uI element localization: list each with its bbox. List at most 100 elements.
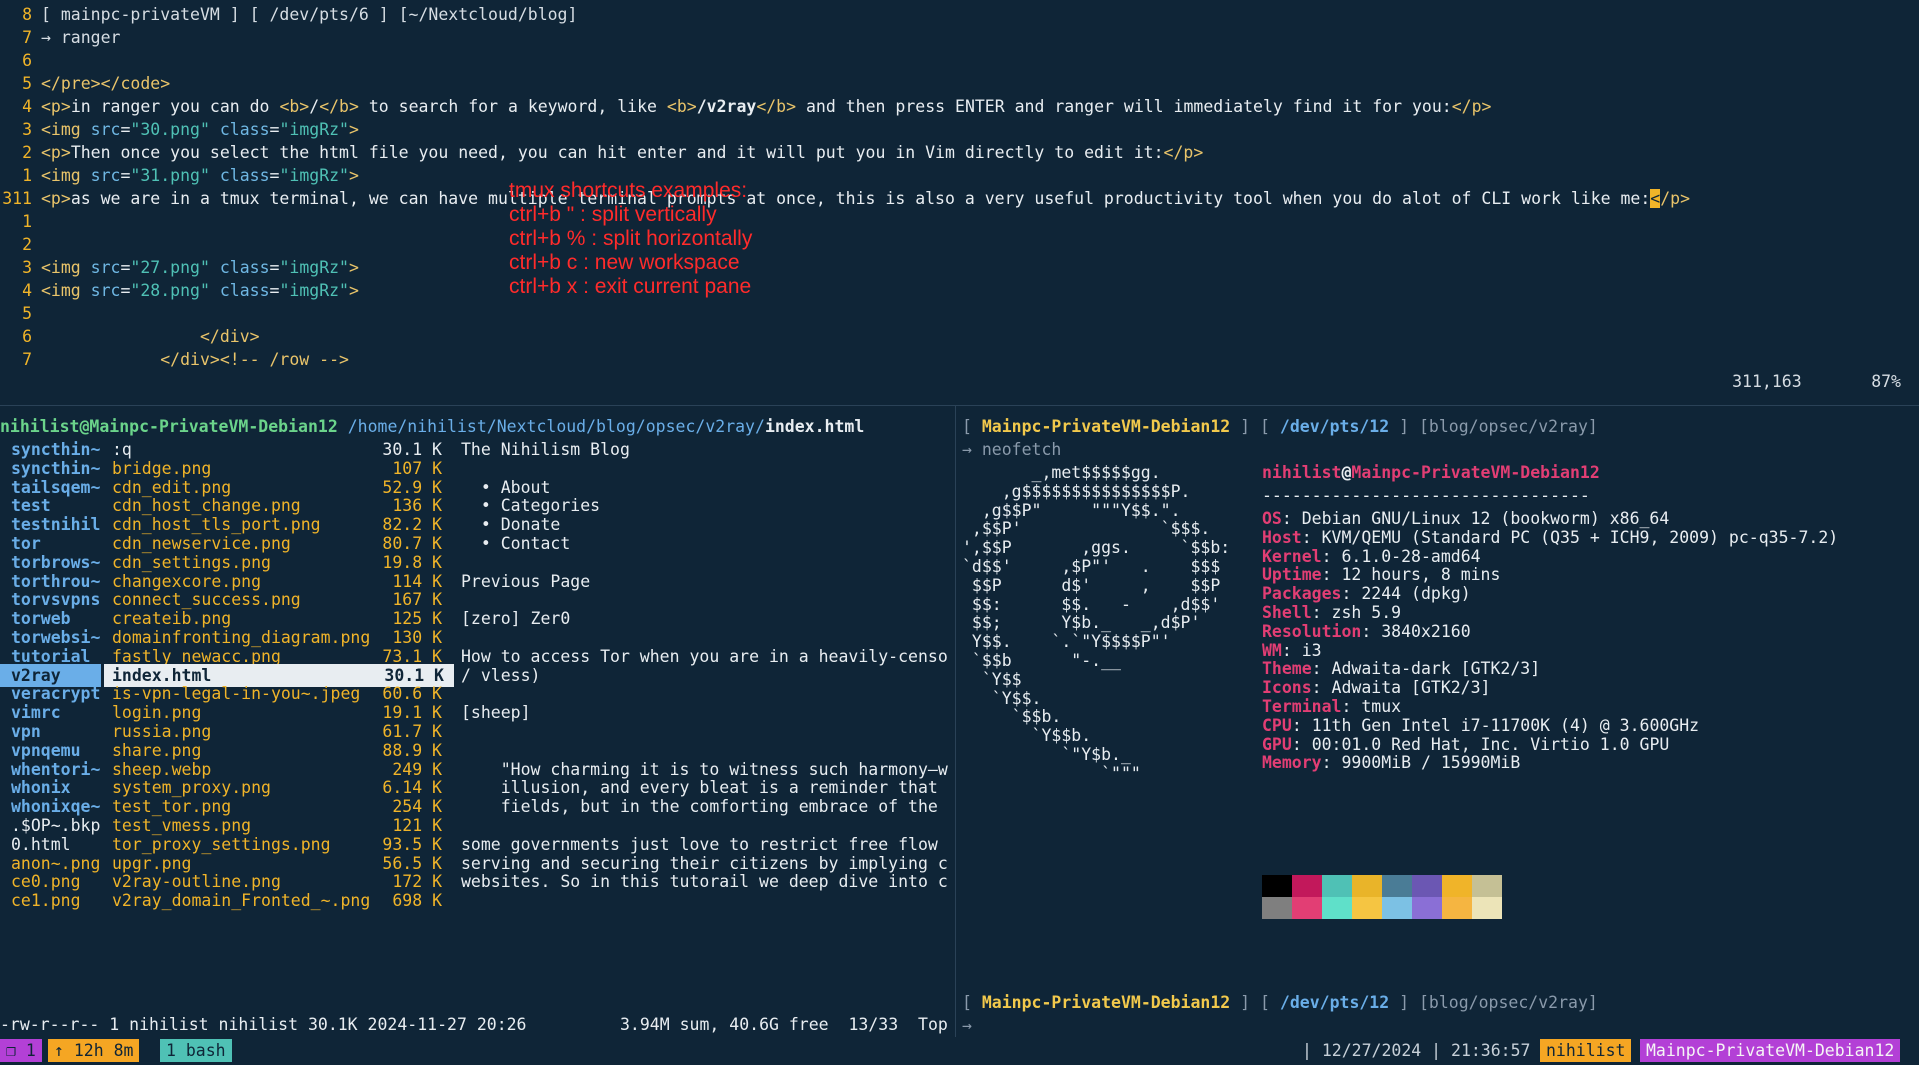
code-token: <p>	[41, 143, 71, 162]
code-token: <b>	[279, 97, 310, 116]
ranger-current-file: index.html	[764, 417, 865, 436]
info-key: Memory	[1262, 753, 1322, 773]
code-line[interactable]: <p>in ranger you can do <b>/</b> to sear…	[41, 95, 1491, 118]
code-token: <img	[41, 166, 91, 185]
code-token: "31.png"	[130, 166, 210, 185]
code-token: >	[349, 281, 359, 300]
code-token: src	[90, 120, 121, 139]
session-badge[interactable]: ❐ 1	[0, 1039, 42, 1062]
code-token: </div>	[199, 327, 260, 346]
code-line[interactable]: <p>as we are in a tmux terminal, we can …	[41, 187, 1690, 210]
code-token: class	[219, 281, 270, 300]
vim-pane[interactable]: 8 [ mainpc-privateVM ] [ /dev/pts/6 ] [~/…	[0, 0, 1919, 406]
prompt2-host: Mainpc-PrivateVM-Debian12	[981, 993, 1231, 1012]
code-line[interactable]: → ranger	[41, 26, 120, 49]
code-token: in ranger you can do	[70, 97, 280, 116]
vim-ruler: 311,163 87%	[1732, 370, 1901, 393]
file-item[interactable]: v2ray_domain_Fronted_~.png 698 K	[112, 889, 452, 912]
color-swatch	[1412, 897, 1442, 919]
code-line[interactable]: [ mainpc-privateVM ] [ /dev/pts/6 ] [~/N…	[41, 3, 577, 26]
line-number: 2	[22, 143, 32, 162]
code-line[interactable]: <img src="28.png" class="imgRz">	[41, 279, 359, 302]
file-name: v2ray_domain_Fronted_~.png	[112, 891, 371, 911]
ranger-header: nihilist@Mainpc-PrivateVM-Debian12 /home…	[0, 415, 864, 438]
code-token: src	[90, 258, 121, 277]
datetime: | 12/27/2024 | 21:36:57	[1302, 1041, 1531, 1060]
code-token: to search for a keyword, like	[358, 97, 667, 116]
status-host: Mainpc-PrivateVM-Debian12	[1640, 1039, 1901, 1062]
line-number: 3	[22, 258, 32, 277]
neofetch-pane[interactable]: [ Mainpc-PrivateVM-Debian12 ] [ /dev/pts…	[956, 405, 1919, 1037]
code-line[interactable]: <img src="30.png" class="imgRz">	[41, 118, 359, 141]
code-token: class	[219, 120, 270, 139]
preview-line: websites. So in this tutorail we deep di…	[461, 872, 948, 892]
code-token: =	[120, 281, 131, 300]
code-token: Then once you select the html file you n…	[70, 143, 1164, 162]
title-user: nihilist	[1262, 463, 1342, 482]
color-swatch	[1442, 897, 1472, 919]
code-line[interactable]: </pre></code>	[41, 72, 170, 95]
shell-prompt-2: [ Mainpc-PrivateVM-Debian12 ] [ /dev/pts…	[962, 993, 1598, 1012]
code-token: and then press ENTER and ranger will imm…	[796, 97, 1452, 116]
ranger-pane[interactable]: nihilist@Mainpc-PrivateVM-Debian12 /home…	[0, 405, 955, 1037]
code-token: "27.png"	[130, 258, 210, 277]
code-token: class	[219, 258, 270, 277]
tmux-status-bar: ❐ 1 ↑ 12h 8m 1 bash | 12/27/2024 | 21:36…	[0, 1037, 1919, 1065]
code-line[interactable]: <img src="31.png" class="imgRz">	[41, 164, 359, 187]
color-swatch	[1322, 897, 1352, 919]
code-token: /p>	[1660, 189, 1691, 208]
code-token: as we are in a tmux terminal, we can hav…	[70, 189, 1651, 208]
code-line[interactable]: <img src="27.png" class="imgRz">	[41, 256, 359, 279]
line-number: 1	[22, 166, 32, 185]
code-token: src	[90, 281, 121, 300]
code-line[interactable]: </div><!-- /row -->	[41, 348, 349, 371]
prompt2-tty: /dev/pts/12	[1279, 993, 1390, 1012]
code-line[interactable]: <p>Then once you select the html file yo…	[41, 141, 1203, 164]
code-line[interactable]: </div>	[41, 325, 260, 348]
code-token: </div>	[160, 350, 220, 369]
code-token: </p>	[1451, 97, 1492, 116]
code-token: </b>	[756, 97, 797, 116]
ranger-footer-right: 3.94M sum, 40.6G free 13/33 Top	[620, 1013, 948, 1036]
code-token: <img	[41, 258, 91, 277]
prompt-host: Mainpc-PrivateVM-Debian12	[981, 417, 1231, 436]
window-tab-bash[interactable]: 1 bash	[160, 1039, 232, 1062]
code-token: =	[120, 166, 131, 185]
neofetch-title: nihilist@Mainpc-PrivateVM-Debian12	[1262, 463, 1600, 482]
code-token: class	[219, 166, 270, 185]
code-token: </p>	[1163, 143, 1204, 162]
command-line: → neofetch	[962, 440, 1062, 459]
color-swatch	[1292, 897, 1322, 919]
parent-dir-item[interactable]: ce1.png	[11, 889, 101, 912]
code-token: >	[349, 166, 359, 185]
line-number: 7	[22, 350, 32, 369]
code-token: "imgRz"	[279, 258, 349, 277]
info-colon: :	[1321, 753, 1342, 773]
line-number: 6	[22, 327, 32, 346]
line-number: 5	[22, 74, 32, 93]
info-value: 9900MiB / 15990MiB	[1341, 753, 1521, 773]
scroll-percent: 87%	[1871, 372, 1901, 391]
code-token: "30.png"	[130, 120, 210, 139]
code-token: <img	[41, 120, 91, 139]
line-number: 7	[22, 28, 32, 47]
ranger-path: /home/nihilist/Nextcloud/blog/opsec/v2ra…	[347, 417, 765, 436]
info-colon: :	[1361, 621, 1382, 641]
prompt-tty: /dev/pts/12	[1279, 417, 1390, 436]
title-host: Mainpc-PrivateVM-Debian12	[1351, 463, 1600, 482]
code-token: "imgRz"	[279, 281, 349, 300]
prompt2-input[interactable]: →	[962, 1014, 972, 1037]
code-token: "imgRz"	[279, 166, 349, 185]
line-number: 3	[22, 120, 32, 139]
line-number: 2	[22, 235, 32, 254]
color-swatch	[1292, 875, 1322, 897]
code-token: "28.png"	[130, 281, 210, 300]
prompt-dir: [blog/opsec/v2ray]	[1419, 417, 1598, 436]
line-number: 6	[22, 51, 32, 70]
code-token: >	[349, 120, 359, 139]
code-token: <p>	[41, 189, 71, 208]
code-token: <img	[41, 281, 91, 300]
